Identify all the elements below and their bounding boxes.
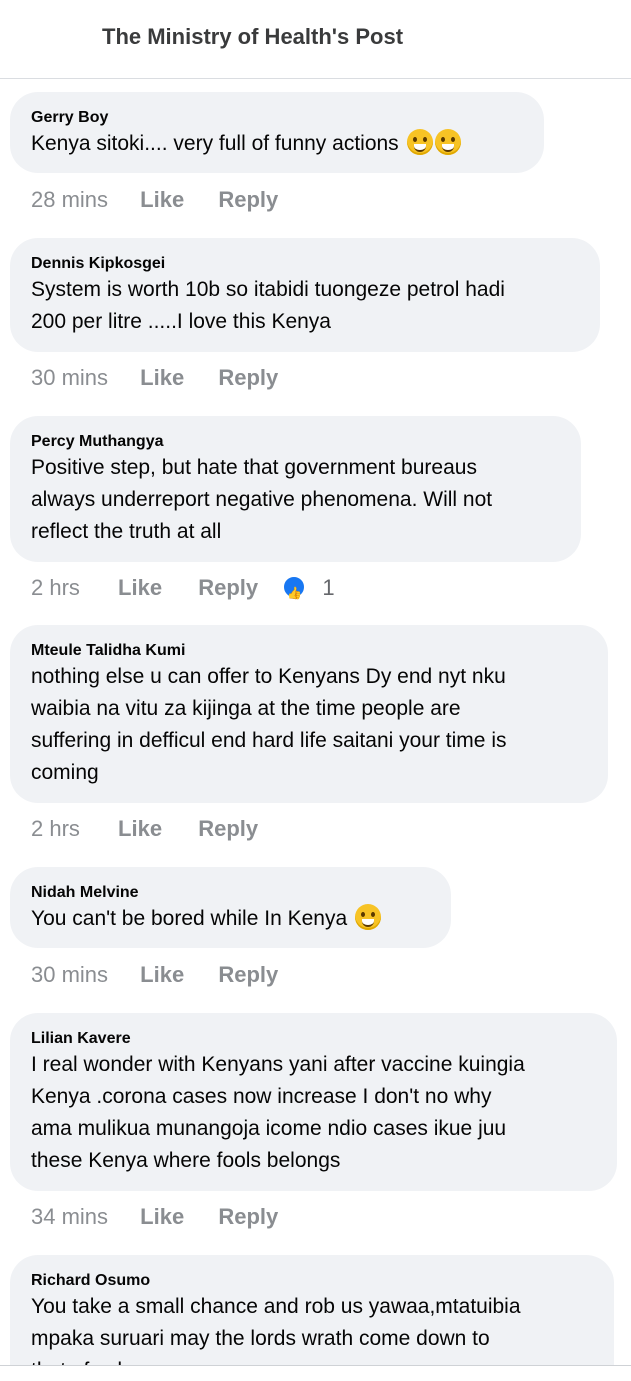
comment-line: 200 per litre .....I love this Kenya — [31, 310, 331, 333]
comment-line: You can't be bored while In Kenya — [31, 907, 348, 930]
like-button[interactable]: Like — [118, 573, 162, 603]
comment-meta: 28 mins Like Reply — [31, 185, 278, 215]
comment-author[interactable]: Richard Osumo — [31, 1271, 593, 1291]
grinning-sweat-icon — [354, 904, 381, 930]
comment: Dennis Kipkosgei System is worth 10b so … — [10, 238, 600, 352]
reply-button[interactable]: Reply — [198, 573, 258, 603]
comment-meta: 2 hrs Like Reply 1 — [31, 573, 335, 608]
comment-time[interactable]: 2 hrs — [31, 573, 80, 603]
comment-line: suffering in defficul end hard life sait… — [31, 729, 507, 752]
comment-line: always underreport negative phenomena. W… — [31, 488, 493, 511]
comment-time[interactable]: 30 mins — [31, 960, 108, 990]
like-button[interactable]: Like — [140, 960, 184, 990]
comment-bubble: Lilian Kavere I real wonder with Kenyans… — [10, 1013, 617, 1191]
comment-time[interactable]: 30 mins — [31, 363, 108, 393]
comment: Gerry Boy Kenya sitoki.... very full of … — [10, 92, 544, 173]
comment: Nidah Melvine You can't be bored while I… — [10, 867, 451, 948]
comment-author[interactable]: Gerry Boy — [31, 108, 523, 128]
like-button[interactable]: Like — [140, 363, 184, 393]
comment-line: waibia na vitu za kijinga at the time pe… — [31, 697, 461, 720]
comment-time[interactable]: 28 mins — [31, 185, 108, 215]
comment-time[interactable]: 2 hrs — [31, 814, 80, 844]
comment: Lilian Kavere I real wonder with Kenyans… — [10, 1013, 617, 1191]
divider — [0, 1365, 631, 1366]
reply-button[interactable]: Reply — [218, 960, 278, 990]
comment-meta: 30 mins Like Reply — [31, 363, 278, 393]
reply-button[interactable]: Reply — [198, 814, 258, 844]
comment-line: mpaka suruari may the lords wrath come d… — [31, 1327, 490, 1350]
comment-line: Kenya .corona cases now increase I don't… — [31, 1085, 492, 1108]
smiling-cat-icon — [406, 129, 433, 155]
comment-author[interactable]: Nidah Melvine — [31, 883, 430, 903]
comment-text: You can't be bored while In Kenya — [31, 903, 430, 935]
comment-bubble: Nidah Melvine You can't be bored while I… — [10, 867, 451, 948]
comment-meta: 30 mins Like Reply — [31, 960, 278, 990]
reply-button[interactable]: Reply — [218, 1202, 278, 1232]
comment-bubble: Percy Muthangya Positive step, but hate … — [10, 416, 581, 562]
like-button[interactable]: Like — [118, 814, 162, 844]
comment-line: System is worth 10b so itabidi tuongeze … — [31, 278, 505, 301]
comment-meta: 34 mins Like Reply — [31, 1202, 278, 1232]
comment-line: You take a small chance and rob us yawaa… — [31, 1295, 521, 1318]
comment-bubble: Dennis Kipkosgei System is worth 10b so … — [10, 238, 600, 352]
comment-line: nothing else u can offer to Kenyans Dy e… — [31, 665, 506, 688]
smiling-cat-icon — [434, 129, 461, 155]
like-reaction-icon[interactable] — [282, 575, 307, 608]
comment-line: Positive step, but hate that government … — [31, 456, 477, 479]
post-header: The Ministry of Health's Post — [0, 0, 631, 79]
comment-line: I real wonder with Kenyans yani after va… — [31, 1053, 525, 1076]
comment-line: ama mulikua munangoja icome ndio cases i… — [31, 1117, 507, 1140]
reply-button[interactable]: Reply — [218, 363, 278, 393]
page-title: The Ministry of Health's Post — [102, 24, 404, 49]
comment-meta: 2 hrs Like Reply — [31, 814, 258, 844]
like-button[interactable]: Like — [140, 185, 184, 215]
comment: Mteule Talidha Kumi nothing else u can o… — [10, 625, 608, 803]
comment-author[interactable]: Mteule Talidha Kumi — [31, 641, 587, 661]
comment: Percy Muthangya Positive step, but hate … — [10, 416, 581, 562]
comment-author[interactable]: Percy Muthangya — [31, 432, 560, 452]
reaction-count[interactable]: 1 — [322, 573, 334, 603]
comment-line: these Kenya where fools belongs — [31, 1149, 341, 1172]
comment-bubble: Richard Osumo You take a small chance an… — [10, 1255, 614, 1365]
comment-bubble: Gerry Boy Kenya sitoki.... very full of … — [10, 92, 544, 173]
comment-line: that ofyo house — [31, 1355, 593, 1365]
comment: Richard Osumo You take a small chance an… — [10, 1255, 614, 1365]
comment-author[interactable]: Dennis Kipkosgei — [31, 254, 579, 274]
comment-text: Kenya sitoki.... very full of funny acti… — [31, 128, 523, 160]
reply-button[interactable]: Reply — [218, 185, 278, 215]
comment-line: Kenya sitoki.... very full of funny acti… — [31, 132, 399, 155]
comment-author[interactable]: Lilian Kavere — [31, 1029, 596, 1049]
comment-bubble: Mteule Talidha Kumi nothing else u can o… — [10, 625, 608, 803]
like-button[interactable]: Like — [140, 1202, 184, 1232]
comment-line: reflect the truth at all — [31, 520, 222, 543]
comment-time[interactable]: 34 mins — [31, 1202, 108, 1232]
comment-line: coming — [31, 761, 99, 784]
